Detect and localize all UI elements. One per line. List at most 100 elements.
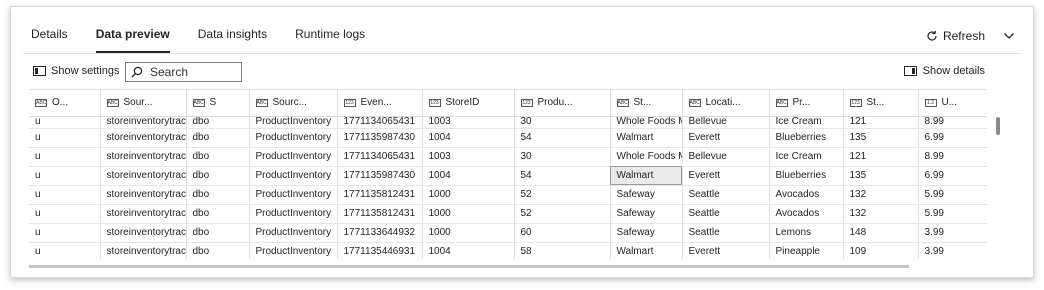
table-cell[interactable]: 132 (843, 204, 919, 224)
table-cell[interactable]: 121 (843, 147, 919, 167)
table-cell[interactable]: 1771135446931 (337, 242, 423, 259)
table-cell[interactable]: u (29, 185, 101, 205)
table-cell[interactable]: Pineapple (769, 242, 844, 259)
table-cell[interactable]: 1771134065431 (337, 147, 423, 167)
table-cell[interactable]: 1771134065431 (337, 116, 423, 129)
column-header[interactable]: 123 St... (843, 90, 919, 117)
table-cell[interactable]: Blueberries (769, 166, 844, 186)
table-cell[interactable]: ProductInventory (249, 204, 338, 224)
table-cell[interactable]: 1004 (422, 242, 515, 259)
table-cell[interactable]: Everett (682, 242, 770, 259)
table-row[interactable]: u storeinventorytracki dbo ProductInventory… (29, 116, 987, 129)
table-cell[interactable]: dbo (186, 223, 250, 243)
table-cell[interactable]: storeinventorytracki (100, 223, 187, 243)
show-settings-button[interactable]: Show settings (33, 65, 119, 77)
table-cell[interactable]: 121 (843, 116, 919, 129)
column-header[interactable]: ABC Sourc... (249, 90, 338, 117)
column-header[interactable]: ABC Sour... (100, 90, 187, 117)
vertical-scrollbar[interactable] (996, 117, 1000, 135)
table-cell[interactable]: u (29, 223, 101, 243)
table-cell[interactable]: 52 (514, 204, 611, 224)
table-cell[interactable]: Safeway (610, 185, 683, 205)
table-cell[interactable]: 54 (514, 166, 611, 186)
table-cell[interactable]: 1771135812431 (337, 185, 423, 205)
table-cell[interactable]: ProductInventory (249, 116, 338, 129)
table-cell[interactable]: 1771135812431 (337, 204, 423, 224)
table-cell[interactable]: dbo (186, 166, 250, 186)
horizontal-scrollbar[interactable] (29, 265, 909, 268)
table-cell[interactable]: storeinventorytracki (100, 204, 187, 224)
table-cell[interactable]: 3.99 (918, 242, 987, 259)
table-cell[interactable]: storeinventorytracki (100, 147, 187, 167)
table-cell[interactable]: 1771133644932 (337, 223, 423, 243)
table-cell[interactable]: dbo (186, 147, 250, 167)
table-cell[interactable]: 1000 (422, 204, 515, 224)
table-cell[interactable]: Whole Foods Ma (610, 147, 683, 167)
table-cell[interactable]: Safeway (610, 204, 683, 224)
table-cell[interactable]: Ice Cream (769, 116, 844, 129)
table-cell[interactable]: Bellevue (682, 116, 770, 129)
column-header[interactable]: 123 Even... (337, 90, 423, 117)
table-cell[interactable]: 1003 (422, 147, 515, 167)
table-cell[interactable]: Everett (682, 128, 770, 148)
table-cell[interactable]: Everett (682, 166, 770, 186)
table-cell[interactable]: ProductInventory (249, 185, 338, 205)
table-cell[interactable]: u (29, 128, 101, 148)
table-cell[interactable]: 6.99 (918, 128, 987, 148)
table-cell[interactable]: storeinventorytracki (100, 166, 187, 186)
table-cell[interactable]: storeinventorytracki (100, 116, 187, 129)
table-cell[interactable]: Walmart (610, 128, 683, 148)
table-cell[interactable]: dbo (186, 116, 250, 129)
table-cell[interactable]: u (29, 242, 101, 259)
table-cell[interactable]: Ice Cream (769, 147, 844, 167)
table-cell[interactable]: 8.99 (918, 147, 987, 167)
table-cell[interactable]: 3.99 (918, 223, 987, 243)
table-cell[interactable]: 1000 (422, 185, 515, 205)
table-row[interactable]: u storeinventorytracki dbo ProductInventory… (29, 128, 987, 148)
table-cell[interactable]: 132 (843, 185, 919, 205)
table-cell[interactable]: dbo (186, 204, 250, 224)
table-cell[interactable]: 135 (843, 166, 919, 186)
table-cell[interactable]: Seattle (682, 204, 770, 224)
table-cell[interactable]: 1771135987430 (337, 128, 423, 148)
table-cell[interactable]: 1000 (422, 223, 515, 243)
table-cell[interactable]: 52 (514, 185, 611, 205)
table-cell[interactable]: 5.99 (918, 185, 987, 205)
table-cell[interactable]: 1004 (422, 128, 515, 148)
refresh-button[interactable]: Refresh (926, 29, 985, 43)
table-cell[interactable]: 30 (514, 116, 611, 129)
table-cell[interactable]: dbo (186, 185, 250, 205)
table-cell[interactable]: Walmart (610, 166, 683, 186)
table-cell[interactable]: storeinventorytracki (100, 242, 187, 259)
table-row[interactable]: u storeinventorytracki dbo ProductInventory… (29, 166, 987, 186)
table-cell[interactable]: Lemons (769, 223, 844, 243)
table-cell[interactable]: 1003 (422, 116, 515, 129)
table-cell[interactable]: 8.99 (918, 116, 987, 129)
table-cell[interactable]: u (29, 147, 101, 167)
collapse-button[interactable] (1003, 29, 1015, 47)
table-cell[interactable]: 1004 (422, 166, 515, 186)
table-cell[interactable]: ProductInventory (249, 223, 338, 243)
table-cell[interactable]: ProductInventory (249, 147, 338, 167)
tab-data-preview[interactable]: Data preview (95, 27, 170, 53)
table-cell[interactable]: storeinventorytracki (100, 185, 187, 205)
table-cell[interactable]: u (29, 116, 101, 129)
table-row[interactable]: u storeinventorytracki dbo ProductInventory… (29, 223, 987, 243)
table-cell[interactable]: 109 (843, 242, 919, 259)
table-cell[interactable]: 135 (843, 128, 919, 148)
table-cell[interactable]: 6.99 (918, 166, 987, 186)
table-cell[interactable]: Blueberries (769, 128, 844, 148)
table-cell[interactable]: 5.99 (918, 204, 987, 224)
column-header[interactable]: ABC St... (610, 90, 683, 117)
table-cell[interactable]: u (29, 166, 101, 186)
table-cell[interactable]: dbo (186, 128, 250, 148)
table-cell[interactable]: 1771135987430 (337, 166, 423, 186)
table-row[interactable]: u storeinventorytracki dbo ProductInventory… (29, 204, 987, 224)
table-row[interactable]: u storeinventorytracki dbo ProductInventory… (29, 242, 987, 259)
table-cell[interactable]: 58 (514, 242, 611, 259)
column-header[interactable]: 123 Produ... (514, 90, 611, 117)
table-cell[interactable]: ProductInventory (249, 242, 338, 259)
tab-data-insights[interactable]: Data insights (198, 27, 267, 53)
tab-runtime-logs[interactable]: Runtime logs (295, 27, 365, 53)
table-cell[interactable]: dbo (186, 242, 250, 259)
